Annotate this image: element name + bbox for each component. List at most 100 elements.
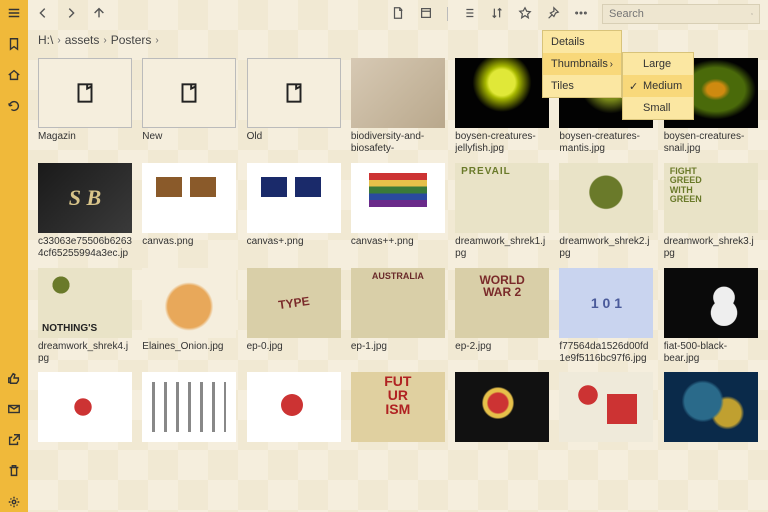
trash-icon[interactable]: [7, 464, 21, 481]
thumbnail: [559, 268, 653, 338]
thumbnail: [559, 372, 653, 442]
search-input[interactable]: [609, 8, 751, 20]
crumb-assets[interactable]: assets: [65, 33, 100, 47]
file-item[interactable]: Elaines_Onion.jpg: [142, 268, 236, 364]
file-item[interactable]: dreamwork_shrek3.jpg: [664, 163, 758, 260]
star-icon[interactable]: [518, 6, 532, 23]
breadcrumb[interactable]: H:\› assets› Posters›: [28, 28, 768, 52]
item-label: canvas+.png: [247, 236, 341, 248]
item-label: boysen-creatures-mantis.jpg: [559, 131, 653, 154]
item-label: Old: [247, 131, 341, 143]
back-icon[interactable]: [36, 6, 50, 23]
file-item[interactable]: dreamwork_shrek1.jpg: [455, 163, 549, 260]
file-item[interactable]: [38, 372, 132, 445]
more-icon[interactable]: [574, 6, 588, 23]
home-icon[interactable]: [7, 68, 21, 85]
sort-icon[interactable]: [490, 6, 504, 23]
size-small[interactable]: Small: [623, 97, 693, 119]
size-medium[interactable]: ✓Medium: [623, 75, 693, 97]
pin-icon[interactable]: [546, 6, 560, 23]
search-box[interactable]: [602, 4, 760, 24]
file-item[interactable]: [664, 372, 758, 445]
file-item[interactable]: [455, 372, 549, 445]
file-item[interactable]: [247, 372, 341, 445]
file-grid: Magazin New Old biodiversity-and-biosafety-…: [28, 52, 768, 512]
menu-icon[interactable]: [7, 6, 21, 23]
file-item[interactable]: canvas+.png: [247, 163, 341, 260]
size-large[interactable]: Large: [623, 53, 693, 75]
thumbnail: [247, 163, 341, 233]
item-label: ep-0.jpg: [247, 341, 341, 353]
item-label: boysen-creatures-jellyfish.jpg: [455, 131, 549, 154]
item-label: dreamwork_shrek3.jpg: [664, 236, 758, 259]
thumbnail: [664, 268, 758, 338]
item-label: dreamwork_shrek4.jpg: [38, 341, 132, 364]
view-menu[interactable]: Details Thumbnails› Tiles: [542, 30, 622, 98]
folder-item[interactable]: Magazin: [38, 58, 132, 155]
chevron-right-icon: ›: [610, 59, 613, 70]
thumbnail: [455, 268, 549, 338]
file-item[interactable]: ep-1.jpg: [351, 268, 445, 364]
thumbnail: [38, 372, 132, 442]
file-item[interactable]: canvas.png: [142, 163, 236, 260]
file-item[interactable]: ep-0.jpg: [247, 268, 341, 364]
nav-buttons: [36, 6, 106, 23]
file-item[interactable]: f77564da1526d00fd1e9f5116bc97f6.jpg: [559, 268, 653, 364]
new-window-icon[interactable]: [419, 6, 433, 23]
thumbnail: [142, 163, 236, 233]
thumbnail: [455, 163, 549, 233]
thumbnail: [351, 372, 445, 442]
folder-icon: [38, 58, 132, 128]
file-item[interactable]: ep-2.jpg: [455, 268, 549, 364]
main-area: H:\› assets› Posters› Details Thumbnails…: [28, 0, 768, 512]
folder-item[interactable]: Old: [247, 58, 341, 155]
file-item[interactable]: canvas++.png: [351, 163, 445, 260]
bookmark-icon[interactable]: [7, 37, 21, 54]
up-icon[interactable]: [92, 6, 106, 23]
view-menu-tiles[interactable]: Tiles: [543, 75, 621, 97]
thumbnail: [351, 163, 445, 233]
refresh-icon[interactable]: [7, 99, 21, 116]
file-item[interactable]: dreamwork_shrek2.jpg: [559, 163, 653, 260]
list-icon[interactable]: [462, 6, 476, 23]
file-item[interactable]: c33063e75506b62634cf65255994a3ec.jpg: [38, 163, 132, 260]
settings-icon[interactable]: [7, 495, 21, 512]
item-label: canvas.png: [142, 236, 236, 248]
forward-icon[interactable]: [64, 6, 78, 23]
file-item[interactable]: [559, 372, 653, 445]
thumbnail: [351, 268, 445, 338]
mail-icon[interactable]: [7, 402, 21, 419]
top-toolbar: [28, 0, 768, 28]
item-label: New: [142, 131, 236, 143]
item-label: f77564da1526d00fd1e9f5116bc97f6.jpg: [559, 341, 653, 364]
thumbnail: [142, 372, 236, 442]
thumbnail: [455, 372, 549, 442]
like-icon[interactable]: [7, 371, 21, 388]
thumbnail: [38, 268, 132, 338]
toolbar-divider: [447, 7, 448, 21]
thumbnail: [664, 163, 758, 233]
file-item[interactable]: biodiversity-and-biosafety-awareness...: [351, 58, 445, 155]
search-icon: [751, 7, 753, 21]
thumbnail: [247, 372, 341, 442]
thumbnail: [455, 58, 549, 128]
crumb-root[interactable]: H:\: [38, 33, 53, 47]
crumb-posters[interactable]: Posters: [111, 33, 152, 47]
file-item[interactable]: boysen-creatures-jellyfish.jpg: [455, 58, 549, 155]
size-submenu[interactable]: Large ✓Medium Small: [622, 52, 694, 120]
file-item[interactable]: dreamwork_shrek4.jpg: [38, 268, 132, 364]
check-icon: ✓: [629, 80, 639, 93]
folder-icon: [142, 58, 236, 128]
item-label: dreamwork_shrek1.jpg: [455, 236, 549, 259]
file-item[interactable]: fiat-500-black-bear.jpg: [664, 268, 758, 364]
item-label: ep-2.jpg: [455, 341, 549, 353]
folder-item[interactable]: New: [142, 58, 236, 155]
file-item[interactable]: [142, 372, 236, 445]
item-label: canvas++.png: [351, 236, 445, 248]
thumbnail: [38, 163, 132, 233]
view-menu-thumbnails[interactable]: Thumbnails›: [543, 53, 621, 75]
view-menu-details[interactable]: Details: [543, 31, 621, 53]
new-file-icon[interactable]: [391, 6, 405, 23]
share-icon[interactable]: [7, 433, 21, 450]
file-item[interactable]: [351, 372, 445, 445]
